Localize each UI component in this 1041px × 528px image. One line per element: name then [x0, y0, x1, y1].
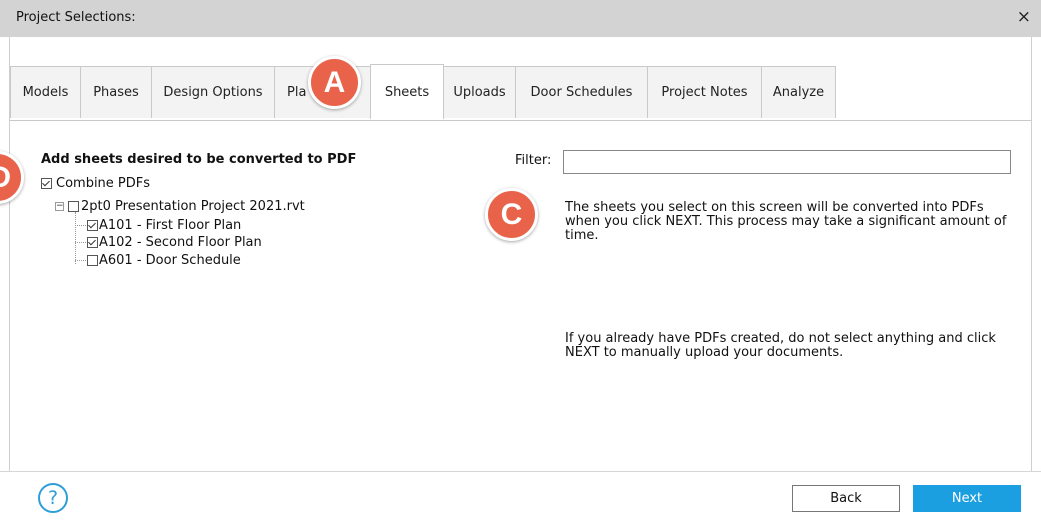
- tree-root-checkbox[interactable]: [68, 201, 79, 212]
- frame-right-border: [1031, 37, 1032, 471]
- footer-divider: [0, 471, 1041, 472]
- filter-label: Filter:: [515, 153, 552, 168]
- tree-item-checkbox[interactable]: [87, 255, 98, 266]
- tree-item-a601[interactable]: A601 - Door Schedule: [75, 253, 241, 268]
- tree-root-label: 2pt0 Presentation Project 2021.rvt: [81, 199, 305, 214]
- tab-analyze[interactable]: Analyze: [761, 66, 836, 118]
- tree-item-a102[interactable]: A102 - Second Floor Plan: [75, 235, 262, 250]
- collapse-icon[interactable]: −: [55, 202, 64, 211]
- tab-project-notes[interactable]: Project Notes: [647, 66, 762, 118]
- sheets-heading: Add sheets desired to be converted to PD…: [41, 152, 357, 167]
- combine-pdfs-option[interactable]: Combine PDFs: [41, 176, 150, 191]
- tab-phases[interactable]: Phases: [80, 66, 152, 118]
- tab-design-options[interactable]: Design Options: [151, 66, 275, 118]
- tree-item-label: A102 - Second Floor Plan: [99, 235, 262, 250]
- tab-door-schedules[interactable]: Door Schedules: [515, 66, 648, 118]
- callout-d-badge: D: [0, 151, 24, 204]
- tree-item-checkbox[interactable]: [87, 220, 98, 231]
- tree-item-label: A601 - Door Schedule: [99, 253, 241, 268]
- tab-sheets[interactable]: Sheets: [370, 64, 444, 119]
- next-button[interactable]: Next: [913, 485, 1021, 512]
- tab-uploads[interactable]: Uploads: [443, 66, 516, 118]
- tree-item-a101[interactable]: A101 - First Floor Plan: [75, 218, 241, 233]
- title-bar: Project Selections: ×: [0, 0, 1041, 37]
- help-icon[interactable]: ?: [38, 483, 68, 513]
- back-button[interactable]: Back: [792, 485, 900, 512]
- conversion-info-text: The sheets you select on this screen wil…: [565, 200, 1007, 243]
- tree-item-label: A101 - First Floor Plan: [99, 218, 242, 233]
- manual-upload-info-text: If you already have PDFs created, do not…: [565, 331, 996, 360]
- tab-content-border: [10, 120, 1031, 121]
- filter-input[interactable]: [563, 150, 1011, 174]
- callout-a-badge: A: [308, 56, 361, 109]
- window-title: Project Selections:: [16, 10, 136, 25]
- callout-c-badge: C: [485, 188, 538, 241]
- tree-root-node[interactable]: − 2pt0 Presentation Project 2021.rvt: [55, 199, 305, 214]
- tab-strip: Models Phases Design Options Pla Sheets …: [10, 64, 836, 120]
- combine-pdfs-label: Combine PDFs: [56, 176, 151, 191]
- close-icon[interactable]: ×: [1017, 7, 1031, 27]
- combine-pdfs-checkbox[interactable]: [41, 178, 52, 189]
- tree-item-checkbox[interactable]: [87, 237, 98, 248]
- tab-models[interactable]: Models: [10, 66, 81, 118]
